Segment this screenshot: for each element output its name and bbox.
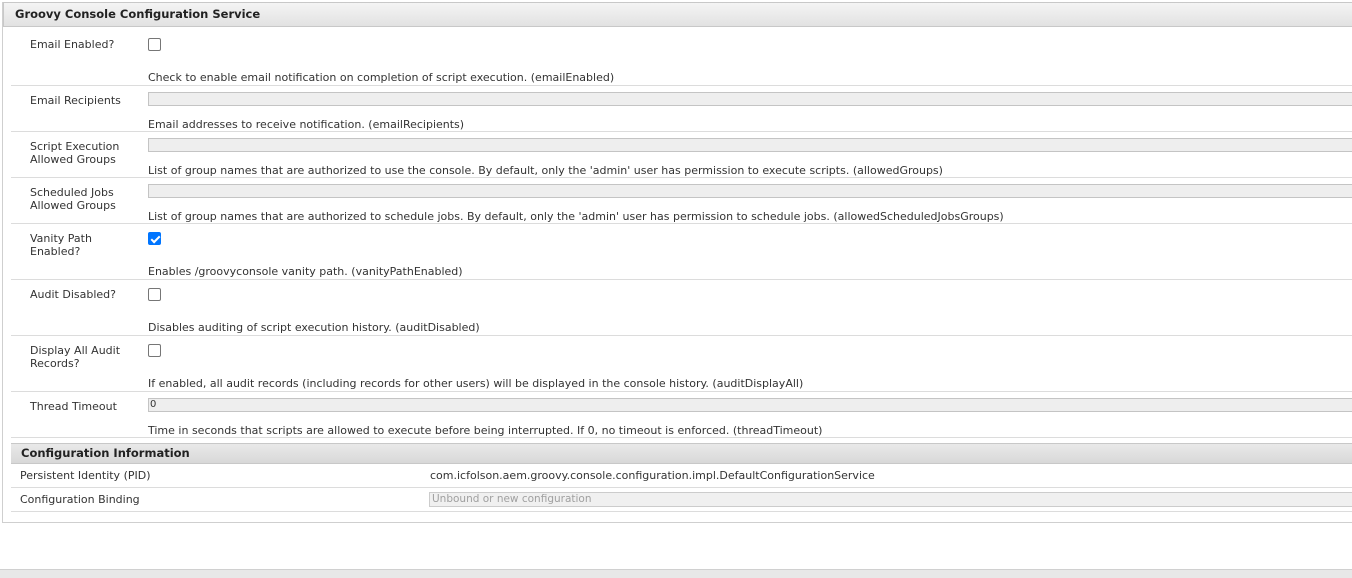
property-row-vanity-path: Vanity Path Enabled? Enables /groovycons… <box>11 224 1352 280</box>
audit-disabled-checkbox[interactable] <box>148 288 161 301</box>
property-row-audit-disabled: Audit Disabled? Disables auditing of scr… <box>11 280 1352 336</box>
property-label: Display All Audit Records? <box>30 344 121 370</box>
dialog-title: Groovy Console Configuration Service <box>3 2 1352 27</box>
binding-row: Configuration Binding Unbound or new con… <box>11 488 1352 512</box>
property-description: Disables auditing of script execution hi… <box>148 321 480 334</box>
property-row-audit-display-all: Display All Audit Records? If enabled, a… <box>11 336 1352 392</box>
pid-row: Persistent Identity (PID) com.icfolson.a… <box>11 464 1352 488</box>
property-label: Email Enabled? <box>30 38 115 51</box>
property-label: Script Execution Allowed Groups <box>30 140 120 166</box>
property-row-thread-timeout: Thread Timeout 0 Time in seconds that sc… <box>11 392 1352 438</box>
scheduled-jobs-groups-input[interactable] <box>148 184 1352 198</box>
configuration-information-heading: Configuration Information <box>11 443 1352 464</box>
property-label: Email Recipients <box>30 94 121 107</box>
property-description: Check to enable email notification on co… <box>148 71 615 84</box>
property-description: Enables /groovyconsole vanity path. (van… <box>148 265 463 278</box>
property-row-email-enabled: Email Enabled? Check to enable email not… <box>11 30 1352 86</box>
property-row-allowed-groups: Script Execution Allowed Groups List of … <box>11 132 1352 178</box>
vanity-path-checkbox[interactable] <box>148 232 161 245</box>
configuration-binding-select[interactable]: Unbound or new configuration <box>429 492 1352 507</box>
property-description: Time in seconds that scripts are allowed… <box>148 424 823 437</box>
configuration-information: Configuration Information Persistent Ide… <box>11 443 1352 512</box>
thread-timeout-input[interactable]: 0 <box>148 398 1352 412</box>
properties-table: Email Enabled? Check to enable email not… <box>11 30 1352 438</box>
pid-label: Persistent Identity (PID) <box>20 469 151 482</box>
property-label: Vanity Path Enabled? <box>30 232 92 258</box>
property-label: Scheduled Jobs Allowed Groups <box>30 186 116 212</box>
audit-display-all-checkbox[interactable] <box>148 344 161 357</box>
email-recipients-input[interactable] <box>148 92 1352 106</box>
allowed-groups-input[interactable] <box>148 138 1352 152</box>
property-label: Audit Disabled? <box>30 288 116 301</box>
property-description: If enabled, all audit records (including… <box>148 377 804 390</box>
email-enabled-checkbox[interactable] <box>148 38 161 51</box>
pid-value: com.icfolson.aem.groovy.console.configur… <box>430 469 875 482</box>
binding-label: Configuration Binding <box>20 493 140 506</box>
property-row-scheduled-jobs-groups: Scheduled Jobs Allowed Groups List of gr… <box>11 178 1352 224</box>
property-description: Email addresses to receive notification.… <box>148 118 465 131</box>
property-description: List of group names that are authorized … <box>148 164 943 177</box>
property-description: List of group names that are authorized … <box>148 210 1004 223</box>
property-label: Thread Timeout <box>30 400 117 413</box>
property-row-email-recipients: Email Recipients Email addresses to rece… <box>11 86 1352 132</box>
